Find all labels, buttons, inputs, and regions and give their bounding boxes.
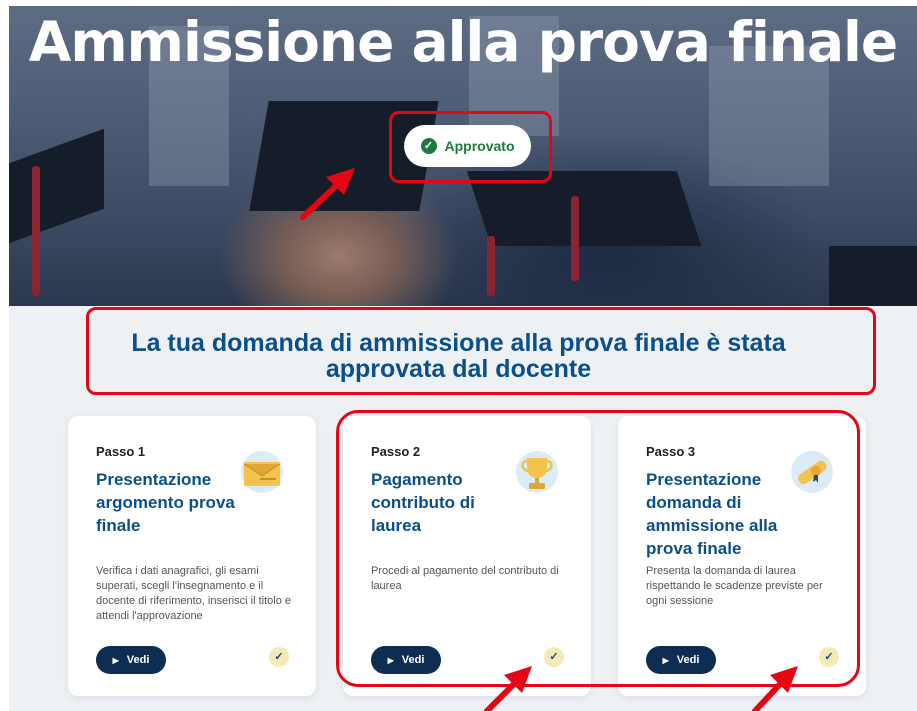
approval-message-line1: La tua domanda di ammissione alla prova … — [131, 329, 786, 357]
step-title: Pagamento contributo di laurea — [371, 470, 475, 535]
view-button[interactable]: ▶ Vedi — [371, 646, 441, 674]
approval-message-line2: approvata dal docente — [325, 355, 592, 383]
step-title: Presentazione domanda di ammissione alla… — [646, 470, 778, 558]
step-number: Passo 2 — [371, 444, 421, 459]
view-button-label: Vedi — [401, 654, 425, 666]
step-number: Passo 3 — [646, 444, 696, 459]
trophy-icon — [516, 451, 558, 493]
step-card-3: Passo 3 Presentazione domanda di ammissi… — [618, 416, 866, 696]
play-icon: ▶ — [387, 655, 394, 665]
check-circle-icon: ✓ — [420, 138, 437, 154]
view-button[interactable]: ▶ Vedi — [646, 646, 716, 674]
step-description: Verifica i dati anagrafici, gli esami su… — [96, 565, 292, 622]
status-label: Approvato — [444, 138, 515, 154]
completed-check-icon: ✓ — [819, 647, 839, 667]
play-icon: ▶ — [112, 655, 119, 665]
play-icon: ▶ — [662, 655, 669, 665]
step-number: Passo 1 — [96, 444, 146, 459]
step-card-1: Passo 1 Presentazione argomento prova fi… — [68, 416, 316, 696]
step-card-2: Passo 2 Pagamento contributo di laurea P… — [343, 416, 591, 696]
status-badge: ✓ Approvato — [404, 125, 531, 167]
step-description: Presenta la domanda di laurea rispettand… — [646, 565, 823, 607]
view-button-label: Vedi — [676, 654, 700, 666]
diploma-icon — [791, 451, 833, 493]
envelope-icon — [241, 451, 283, 493]
step-title: Presentazione argomento prova finale — [96, 470, 235, 535]
step-description: Procedi al pagamento del contributo di l… — [371, 565, 559, 592]
completed-check-icon: ✓ — [269, 647, 289, 667]
view-button[interactable]: ▶ Vedi — [96, 646, 166, 674]
approval-message: La tua domanda di ammissione alla prova … — [0, 330, 917, 382]
page-title: Ammissione alla prova finale — [28, 10, 898, 74]
completed-check-icon: ✓ — [544, 647, 564, 667]
view-button-label: Vedi — [126, 654, 150, 666]
